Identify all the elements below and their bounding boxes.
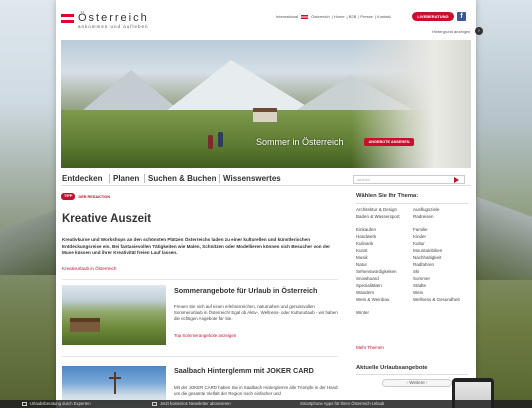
top-link-home[interactable]: Home	[334, 14, 345, 19]
theme-link[interactable]: Wellness & Gesundheit	[413, 297, 467, 302]
mountain-hut-image	[253, 108, 277, 122]
nav-item-entdecken[interactable]: Entdecken	[62, 174, 102, 183]
theme-link[interactable]: Ausflugsziele	[413, 207, 467, 212]
hiker-figure	[218, 132, 223, 147]
themes-title: Wählen Sie Ihr Thema:	[356, 193, 419, 199]
theme-link[interactable]: Familie	[413, 227, 467, 232]
nav-item-planen[interactable]: Planen	[113, 174, 139, 183]
search-input[interactable]: suchen	[353, 175, 465, 184]
theme-link[interactable]: Sehenswürdigkeiten	[356, 269, 410, 274]
tip-label: DER REDAKTION	[78, 194, 111, 199]
theme-link[interactable]: Radfahren	[413, 262, 467, 267]
hero-title: Sommer in Österreich	[256, 137, 344, 147]
teaser-link[interactable]: Top Sommerangebote anzeigen	[174, 333, 236, 338]
theme-link[interactable]: Kultur	[413, 241, 467, 246]
background-mountain-left	[0, 185, 60, 275]
theme-link[interactable]: Wein	[413, 290, 467, 295]
top-links: International Österreich | Home | B2B | Pre…	[276, 14, 391, 19]
theme-link[interactable]: Kunst	[356, 248, 410, 253]
chevron-right-icon[interactable]: ›	[426, 380, 428, 385]
top-link-b2b[interactable]: B2B	[349, 14, 357, 19]
tip-badge: TIPP	[61, 193, 76, 200]
bottom-bar-item-apps[interactable]: Smartphone Apps für Ihren Österreich-Url…	[300, 400, 384, 408]
theme-link[interactable]: Natur	[356, 262, 410, 267]
brand-logo[interactable]: Österreich ankommen und aufleben	[61, 12, 171, 42]
hero-face-overlay	[351, 40, 471, 168]
article-link[interactable]: Kreativurlaub in Österreich	[62, 266, 116, 271]
brand-name: Österreich	[78, 12, 149, 24]
austria-flag-icon	[61, 14, 74, 23]
teaser-title[interactable]: Saalbach Hinterglemm mit JOKER CARD	[174, 366, 314, 375]
theme-link[interactable]: Architektur & Design	[356, 207, 410, 212]
theme-link[interactable]: Kinder	[413, 234, 467, 239]
top-link-international[interactable]: International	[276, 14, 298, 19]
divider	[62, 356, 338, 357]
brand-tagline: ankommen und aufleben	[78, 24, 149, 29]
theme-link[interactable]: Musik	[356, 255, 410, 260]
theme-link[interactable]: Winter	[356, 310, 410, 315]
summit-cross-icon	[109, 372, 121, 394]
live-consultation-button[interactable]: LIVEBERATUNG	[412, 12, 454, 21]
phone-icon	[22, 401, 27, 406]
bottom-bar-label: Smartphone Apps für Ihren Österreich-Url…	[300, 401, 385, 406]
teaser-text: Mit der JOKER CARD haben Sie in Saalbach…	[174, 385, 339, 397]
theme-link[interactable]: Wein & Weinbau	[356, 297, 410, 302]
bottom-bar: Urlaubsberatung durch Experten Jetzt kos…	[0, 400, 532, 408]
theme-link[interactable]: Handwerk	[356, 234, 410, 239]
search-submit-arrow-icon[interactable]	[454, 177, 459, 183]
theme-link[interactable]: Wandern	[356, 290, 410, 295]
view-offers-button[interactable]: ANGEBOTE ANSEHEN	[364, 138, 414, 146]
theme-link[interactable]: Mountainbiken	[413, 248, 467, 253]
theme-link[interactable]: Radreisen	[413, 214, 467, 219]
theme-link[interactable]: Ski	[413, 269, 467, 274]
chevron-left-icon[interactable]: ‹	[407, 380, 409, 385]
page-container: Österreich ankommen und aufleben Interna…	[56, 0, 476, 408]
mail-icon	[152, 401, 157, 406]
top-link-kontakt[interactable]: Kontakt	[377, 14, 391, 19]
austria-flag-mini-icon	[301, 14, 309, 19]
theme-link[interactable]: Einkaufen	[356, 227, 410, 232]
offers-title: Aktuelle Urlaubsangebote	[356, 365, 428, 371]
theme-link[interactable]: Spezialitäten	[356, 283, 410, 288]
nav-item-wissenswertes[interactable]: Wissenswertes	[223, 174, 281, 183]
background-mountain-right	[472, 170, 532, 280]
divider	[62, 279, 338, 280]
top-link-presse[interactable]: Presse	[360, 14, 372, 19]
facebook-icon[interactable]: f	[457, 12, 466, 21]
more-themes-link[interactable]: Mehr Themen	[356, 345, 384, 350]
teaser-text: Freuen Sie sich auf einen erlebnisreiche…	[174, 304, 338, 322]
teaser-title[interactable]: Sommerangebote für Urlaub in Österreich	[174, 286, 317, 295]
hiker-figure	[208, 135, 213, 149]
theme-link[interactable]: Nachhaltigkeit	[413, 255, 467, 260]
chevron-right-icon[interactable]: ›	[475, 27, 483, 35]
nav-item-suchen-buchen[interactable]: Suchen & Buchen	[148, 174, 216, 183]
bottom-bar-item-newsletter[interactable]: Jetzt kostenlos Newsletter abonnieren	[152, 400, 231, 408]
article-lead: Kreativkurse und Workshops an den schöns…	[62, 237, 331, 256]
show-background-link[interactable]: Hintergrund anzeigen	[432, 29, 470, 34]
bottom-bar-label: Jetzt kostenlos Newsletter abonnieren	[160, 401, 231, 406]
search-placeholder: suchen	[357, 177, 370, 182]
bottom-bar-item-consultation[interactable]: Urlaubsberatung durch Experten	[22, 400, 91, 408]
top-link-oesterreich[interactable]: Österreich	[311, 14, 329, 19]
offers-pager-label: Weitere	[409, 380, 425, 385]
theme-link[interactable]: Baden & Wassersport	[356, 214, 406, 219]
summer-offers-image[interactable]	[62, 285, 166, 345]
bottom-bar-label: Urlaubsberatung durch Experten	[30, 401, 91, 406]
theme-link[interactable]: Sommer	[413, 276, 467, 281]
article-title: Kreative Auszeit	[62, 213, 152, 225]
hero-banner[interactable]: Sommer in Österreich ANGEBOTE ANSEHEN	[61, 40, 471, 168]
offers-pager[interactable]: ‹ Weitere ›	[382, 379, 452, 387]
theme-link[interactable]: Kulinarik	[356, 241, 410, 246]
editor-tip-tag: TIPP DER REDAKTION	[61, 193, 110, 200]
theme-link[interactable]: Städte	[413, 283, 467, 288]
theme-link[interactable]: Snowboard	[356, 276, 410, 281]
